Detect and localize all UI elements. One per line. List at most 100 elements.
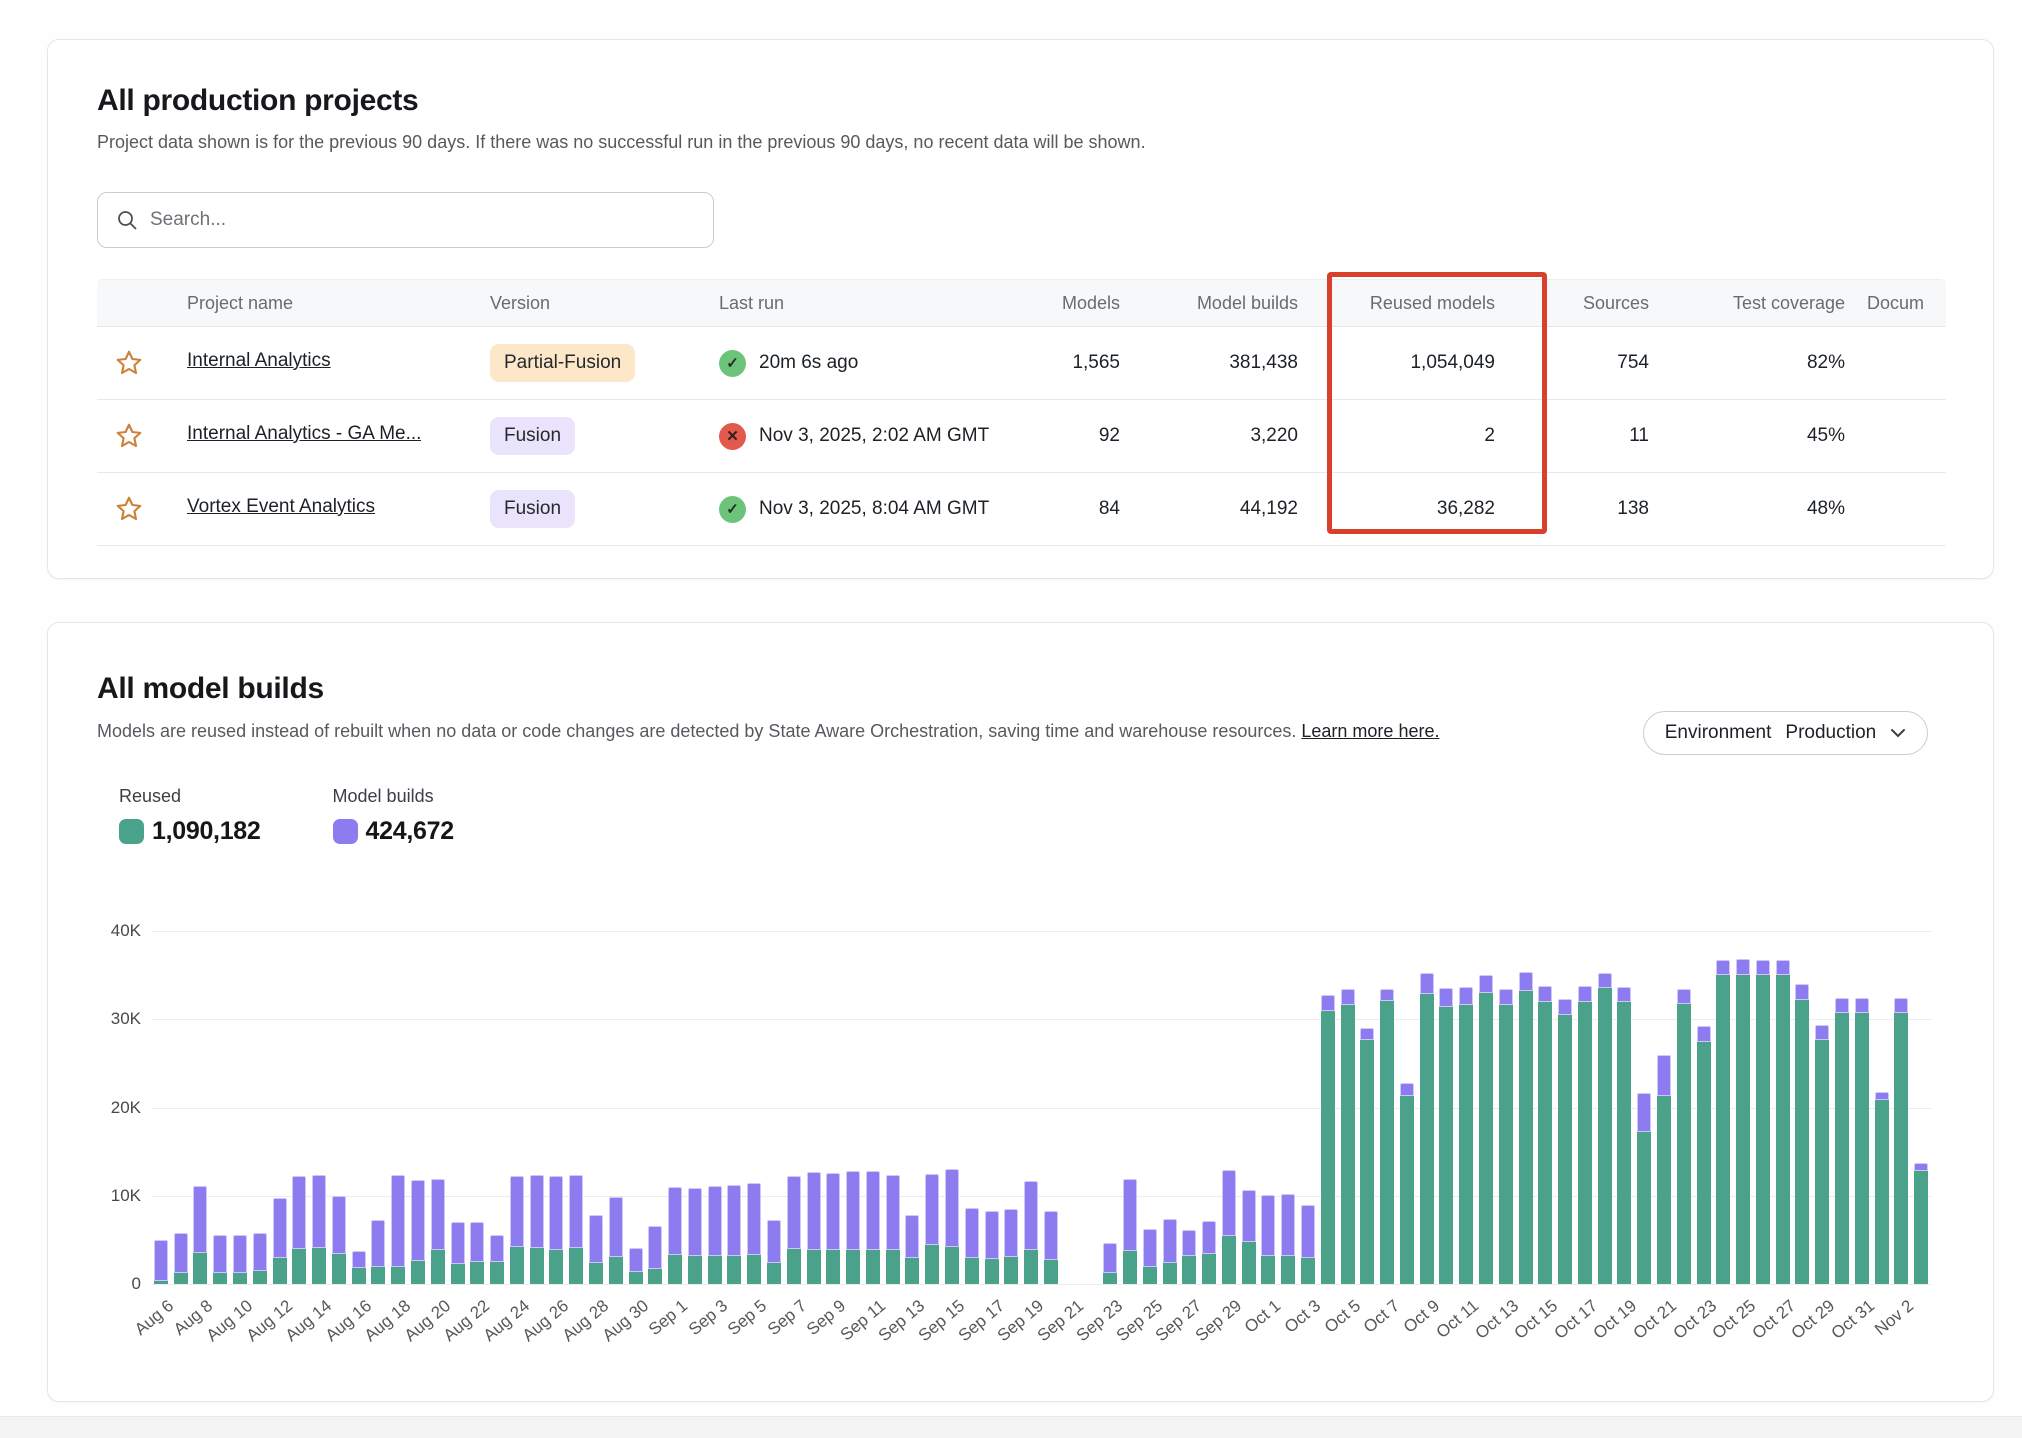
bar-segment-model-builds[interactable] — [273, 1198, 287, 1258]
bar-segment-model-builds[interactable] — [530, 1175, 544, 1248]
bar-segment-model-builds[interactable] — [1697, 1026, 1711, 1042]
bar-segment-reused[interactable] — [569, 1248, 583, 1284]
bar-segment-model-builds[interactable] — [1795, 984, 1809, 1000]
bar-segment-reused[interactable] — [1657, 1096, 1671, 1284]
bar-segment-model-builds[interactable] — [1242, 1190, 1256, 1242]
bar-segment-reused[interactable] — [807, 1250, 821, 1284]
bar-segment-reused[interactable] — [431, 1250, 445, 1284]
learn-more-link[interactable]: Learn more here. — [1301, 721, 1439, 741]
bar-segment-model-builds[interactable] — [549, 1176, 563, 1249]
bar-segment-reused[interactable] — [1617, 1002, 1631, 1284]
bar-segment-reused[interactable] — [846, 1250, 860, 1284]
bar-segment-reused[interactable] — [371, 1267, 385, 1284]
bar-segment-reused[interactable] — [905, 1258, 919, 1284]
bar-segment-reused[interactable] — [451, 1264, 465, 1284]
bar-segment-model-builds[interactable] — [1202, 1221, 1216, 1254]
bar-segment-model-builds[interactable] — [451, 1222, 465, 1263]
bar-segment-reused[interactable] — [648, 1269, 662, 1284]
bar-segment-reused[interactable] — [866, 1250, 880, 1284]
bar-segment-model-builds[interactable] — [807, 1172, 821, 1250]
bar-segment-model-builds[interactable] — [688, 1188, 702, 1256]
bar-segment-reused[interactable] — [510, 1247, 524, 1284]
bar-segment-model-builds[interactable] — [1400, 1083, 1414, 1096]
bar-segment-reused[interactable] — [1736, 975, 1750, 1284]
bar-segment-model-builds[interactable] — [648, 1226, 662, 1269]
bar-segment-reused[interactable] — [1558, 1015, 1572, 1284]
bar-segment-reused[interactable] — [1123, 1251, 1137, 1284]
bar-segment-model-builds[interactable] — [1439, 988, 1453, 1007]
bar-segment-reused[interactable] — [1439, 1007, 1453, 1284]
bar-segment-model-builds[interactable] — [1756, 960, 1770, 975]
bar-segment-reused[interactable] — [1578, 1002, 1592, 1284]
bar-segment-model-builds[interactable] — [1875, 1092, 1889, 1100]
bar-segment-model-builds[interactable] — [708, 1186, 722, 1256]
bar-segment-model-builds[interactable] — [1519, 972, 1533, 991]
bar-segment-reused[interactable] — [549, 1250, 563, 1284]
bar-segment-reused[interactable] — [174, 1273, 188, 1284]
bar-segment-reused[interactable] — [312, 1248, 326, 1284]
bar-segment-model-builds[interactable] — [1538, 986, 1552, 1002]
bar-segment-reused[interactable] — [1914, 1171, 1928, 1284]
bar-segment-reused[interactable] — [1261, 1256, 1275, 1284]
bar-segment-model-builds[interactable] — [411, 1180, 425, 1261]
bar-segment-model-builds[interactable] — [1894, 998, 1908, 1013]
project-name-link[interactable]: Vortex Event Analytics — [187, 496, 375, 518]
bar-segment-reused[interactable] — [1776, 975, 1790, 1284]
favorite-star-icon[interactable] — [114, 493, 146, 525]
bar-segment-model-builds[interactable] — [747, 1183, 761, 1254]
bar-segment-reused[interactable] — [1499, 1005, 1513, 1284]
bar-segment-reused[interactable] — [391, 1267, 405, 1284]
project-name-link[interactable]: Internal Analytics - GA Me... — [187, 423, 421, 445]
bar-segment-reused[interactable] — [787, 1249, 801, 1284]
bar-segment-model-builds[interactable] — [886, 1175, 900, 1250]
bar-segment-reused[interactable] — [1815, 1040, 1829, 1284]
bar-segment-reused[interactable] — [470, 1262, 484, 1284]
bar-segment-reused[interactable] — [1281, 1256, 1295, 1284]
bar-segment-model-builds[interactable] — [1617, 987, 1631, 1002]
bar-segment-model-builds[interactable] — [371, 1220, 385, 1267]
bar-segment-reused[interactable] — [1202, 1254, 1216, 1284]
bar-segment-reused[interactable] — [1598, 988, 1612, 1284]
bar-segment-reused[interactable] — [985, 1259, 999, 1284]
bar-segment-reused[interactable] — [233, 1273, 247, 1284]
bar-segment-reused[interactable] — [945, 1247, 959, 1284]
bar-segment-reused[interactable] — [1004, 1257, 1018, 1284]
bar-segment-model-builds[interactable] — [1341, 989, 1355, 1005]
bar-segment-model-builds[interactable] — [1598, 973, 1612, 988]
bar-segment-model-builds[interactable] — [1558, 999, 1572, 1015]
bar-segment-model-builds[interactable] — [1835, 998, 1849, 1013]
bar-segment-model-builds[interactable] — [1360, 1028, 1374, 1039]
bar-segment-model-builds[interactable] — [569, 1175, 583, 1248]
bar-segment-model-builds[interactable] — [1222, 1170, 1236, 1236]
bar-segment-reused[interactable] — [1795, 1000, 1809, 1284]
bar-segment-reused[interactable] — [411, 1261, 425, 1284]
bar-segment-reused[interactable] — [1855, 1013, 1869, 1284]
bar-segment-model-builds[interactable] — [391, 1175, 405, 1267]
bar-segment-model-builds[interactable] — [312, 1175, 326, 1247]
bar-segment-model-builds[interactable] — [510, 1176, 524, 1247]
bar-segment-model-builds[interactable] — [253, 1233, 267, 1271]
bar-segment-reused[interactable] — [688, 1256, 702, 1284]
bar-segment-reused[interactable] — [1360, 1040, 1374, 1284]
bar-segment-model-builds[interactable] — [589, 1215, 603, 1263]
bar-segment-reused[interactable] — [1835, 1013, 1849, 1284]
bar-segment-reused[interactable] — [1341, 1005, 1355, 1284]
bar-segment-model-builds[interactable] — [1736, 959, 1750, 975]
bar-segment-model-builds[interactable] — [1004, 1209, 1018, 1257]
bar-segment-model-builds[interactable] — [609, 1197, 623, 1257]
bar-segment-reused[interactable] — [708, 1256, 722, 1284]
bar-segment-model-builds[interactable] — [1637, 1093, 1651, 1132]
bar-segment-model-builds[interactable] — [1182, 1230, 1196, 1256]
search-input[interactable] — [150, 209, 695, 231]
bar-segment-model-builds[interactable] — [1301, 1205, 1315, 1259]
bar-segment-reused[interactable] — [589, 1263, 603, 1284]
bar-segment-reused[interactable] — [1321, 1011, 1335, 1284]
bar-segment-model-builds[interactable] — [985, 1211, 999, 1260]
bar-segment-model-builds[interactable] — [352, 1251, 366, 1268]
bar-segment-model-builds[interactable] — [490, 1235, 504, 1262]
bar-segment-model-builds[interactable] — [431, 1179, 445, 1250]
bar-segment-model-builds[interactable] — [292, 1176, 306, 1248]
bar-segment-model-builds[interactable] — [1776, 960, 1790, 975]
bar-segment-model-builds[interactable] — [1163, 1219, 1177, 1263]
bar-segment-model-builds[interactable] — [727, 1185, 741, 1256]
